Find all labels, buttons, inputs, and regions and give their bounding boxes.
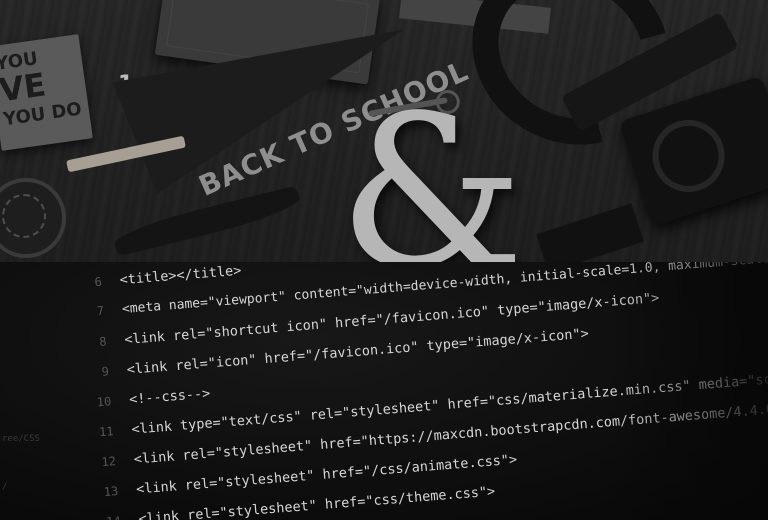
poster-card: YOU VE YOU DO <box>0 34 93 151</box>
line-number: 9 <box>101 364 110 379</box>
dark-block <box>536 203 644 262</box>
code-text: <title></title> <box>119 262 242 289</box>
line-number: 12 <box>100 454 117 470</box>
line-number: 13 <box>103 484 119 500</box>
poster-line-2: VE <box>0 65 49 110</box>
line-number: 7 <box>96 303 105 319</box>
line-number: 11 <box>98 424 115 440</box>
right-fade <box>608 262 768 520</box>
badge-icon <box>0 178 66 258</box>
line-number: 10 <box>96 394 112 410</box>
line-number: 6 <box>94 274 103 290</box>
line-number: 8 <box>98 334 108 350</box>
code-text: <!--css--> <box>128 385 211 408</box>
desk-photo: YOU VE YOU DO 1 3 BACK TO SCHOOL & <box>0 0 768 262</box>
scene: YOU VE YOU DO 1 3 BACK TO SCHOOL & ree/C… <box>0 0 768 520</box>
side-text: / <box>2 482 8 492</box>
ampersand-ornament: & <box>338 70 525 263</box>
